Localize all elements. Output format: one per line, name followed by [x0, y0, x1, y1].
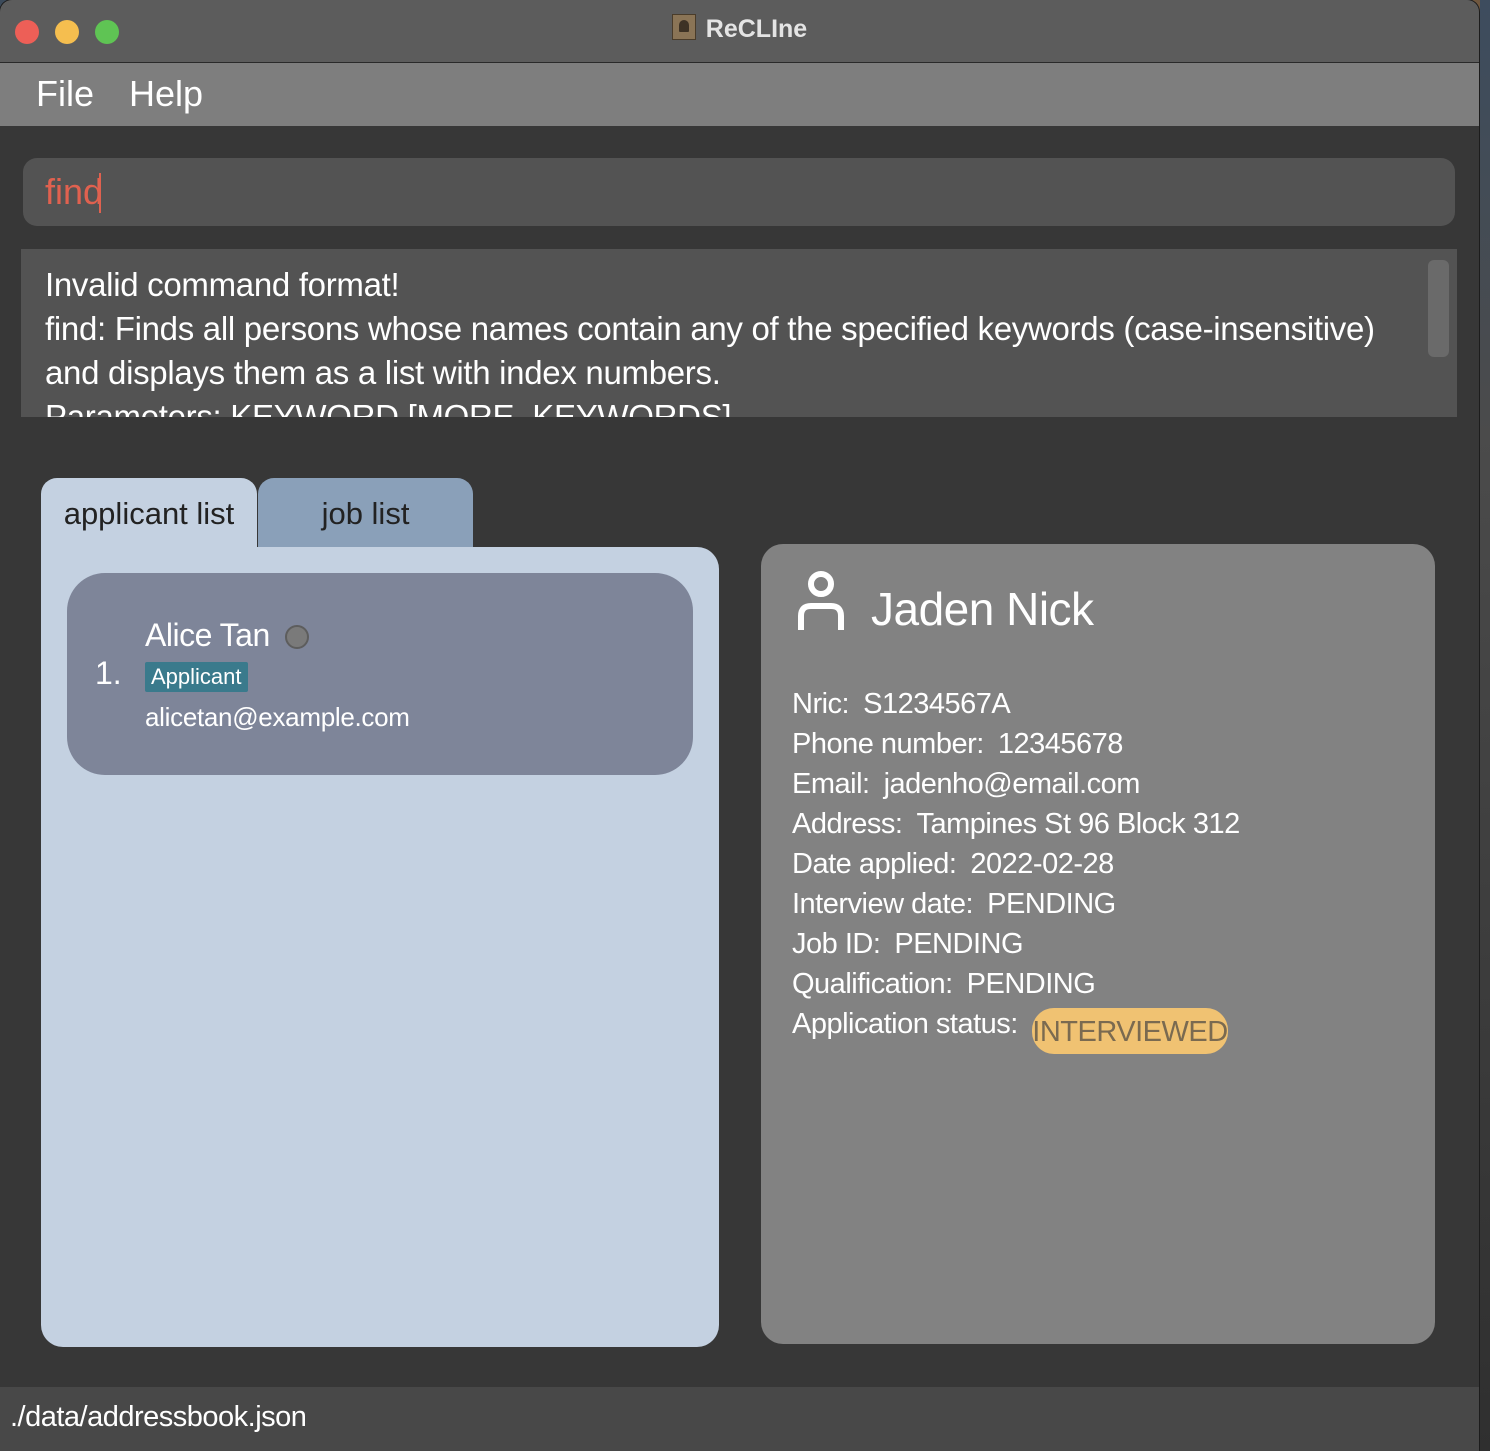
- field-value: PENDING: [894, 928, 1024, 960]
- window-title: ReCLIne: [705, 15, 808, 43]
- applicant-email: alicetan@example.com: [145, 702, 410, 732]
- tab-applicant-list[interactable]: applicant list: [41, 478, 257, 548]
- app-window: ReCLIne File Help Invalid command format…: [0, 0, 1479, 1451]
- detail-field-phone: Phone number: 12345678: [792, 728, 1123, 761]
- field-value: 12345678: [997, 728, 1124, 760]
- field-label: Job ID:: [792, 928, 881, 960]
- field-label: Qualification:: [792, 968, 953, 1000]
- field-label: Nric:: [792, 688, 850, 720]
- applicant-name: Alice Tan: [145, 617, 270, 653]
- field-value: PENDING: [966, 968, 1096, 1000]
- status-dot-icon: [285, 625, 309, 649]
- field-label: Application status:: [792, 1008, 1018, 1040]
- app-icon: [671, 14, 696, 40]
- detail-field-job-id: Job ID: PENDING: [792, 928, 1024, 961]
- save-location-path: ./data/addressbook.json: [10, 1401, 307, 1433]
- field-label: Email:: [792, 768, 870, 800]
- field-value: 2022-02-28: [970, 848, 1114, 880]
- result-scrollbar[interactable]: [1428, 260, 1449, 357]
- command-box: [23, 158, 1455, 226]
- detail-field-interview-date: Interview date: PENDING: [792, 888, 1116, 921]
- result-text: Invalid command format! find: Finds all …: [45, 266, 1375, 417]
- menu-file[interactable]: File: [36, 73, 94, 115]
- result-display: Invalid command format! find: Finds all …: [21, 249, 1457, 417]
- status-badge: INTERVIEWED: [1032, 1008, 1228, 1054]
- field-value: PENDING: [987, 888, 1116, 920]
- detail-field-nric: Nric: S1234567A: [792, 688, 1011, 721]
- detail-field-qualification: Qualification: PENDING: [792, 968, 1096, 1001]
- detail-name: Jaden Nick: [871, 583, 1094, 635]
- person-icon: [798, 571, 844, 630]
- text-caret: [99, 173, 101, 213]
- list-item[interactable]: 1. Alice Tan Applicant alicetan@example.…: [67, 573, 693, 775]
- field-label: Interview date:: [792, 888, 974, 920]
- detail-field-date-applied: Date applied: 2022-02-28: [792, 848, 1114, 881]
- menu-bar: File Help: [0, 63, 1479, 126]
- field-label: Date applied:: [792, 848, 957, 880]
- window-title-group: ReCLIne: [0, 14, 1479, 44]
- detail-field-application-status: Application status:: [792, 1008, 1018, 1041]
- command-input[interactable]: [45, 166, 1425, 218]
- field-value: jadenho@email.com: [883, 768, 1141, 800]
- applicant-tag: Applicant: [145, 662, 248, 692]
- desktop-background-edge: [1480, 0, 1490, 1451]
- menu-help[interactable]: Help: [129, 73, 203, 115]
- field-value: S1234567A: [863, 688, 1011, 720]
- field-label: Address:: [792, 808, 903, 840]
- field-label: Phone number:: [792, 728, 984, 760]
- title-bar: ReCLIne: [0, 0, 1479, 63]
- detail-field-address: Address: Tampines St 96 Block 312: [792, 808, 1240, 841]
- detail-field-email: Email: jadenho@email.com: [792, 768, 1140, 801]
- list-item-index: 1.: [95, 655, 122, 691]
- field-value: Tampines St 96 Block 312: [916, 808, 1240, 840]
- status-bar: ./data/addressbook.json: [0, 1387, 1479, 1451]
- tab-job-list[interactable]: job list: [258, 478, 473, 548]
